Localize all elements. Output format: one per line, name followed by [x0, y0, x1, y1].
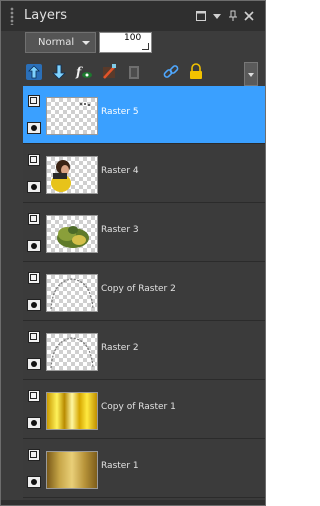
visibility-eye-icon[interactable]	[27, 476, 41, 488]
layer-name: Copy of Raster 1	[101, 402, 176, 412]
svg-text:f: f	[75, 65, 83, 79]
resize-corner-icon	[142, 43, 149, 50]
layer-type-icon[interactable]	[28, 213, 40, 225]
pin-icon[interactable]	[227, 10, 239, 22]
opacity-value: 100	[124, 33, 142, 43]
visibility-eye-icon[interactable]	[27, 122, 41, 134]
layer-row-raster-2[interactable]: Raster 2	[23, 322, 265, 380]
fx-effects-icon[interactable]: f	[75, 63, 93, 81]
edit-layer-icon[interactable]	[100, 63, 118, 81]
layer-type-icon[interactable]	[28, 154, 40, 166]
visibility-eye-icon[interactable]	[27, 299, 41, 311]
close-icon[interactable]	[243, 10, 255, 22]
mask-icon[interactable]	[125, 63, 143, 81]
layer-type-icon[interactable]	[28, 449, 40, 461]
lock-icon[interactable]	[187, 63, 205, 81]
layer-controls: Normal 100	[1, 31, 265, 57]
layer-name: Raster 2	[101, 343, 139, 353]
layer-name: Raster 3	[101, 225, 139, 235]
layer-name: Copy of Raster 2	[101, 284, 176, 294]
merge-down-icon[interactable]	[50, 63, 68, 81]
layer-row-raster-5[interactable]: Raster 5	[23, 86, 265, 144]
layer-name: Raster 4	[101, 166, 139, 176]
layer-thumbnail	[46, 274, 98, 312]
opacity-input[interactable]: 100	[99, 32, 152, 53]
chevron-down-icon	[82, 41, 90, 45]
drag-grip-icon[interactable]	[10, 7, 14, 25]
layer-thumbnail	[46, 333, 98, 371]
toolbar-overflow-button[interactable]	[244, 62, 258, 86]
layer-type-icon[interactable]	[28, 95, 40, 107]
maximize-icon[interactable]	[195, 10, 207, 22]
blend-mode-value: Normal	[38, 37, 75, 48]
layer-thumbnail	[46, 451, 98, 489]
visibility-eye-icon[interactable]	[27, 240, 41, 252]
layer-type-icon[interactable]	[28, 272, 40, 284]
layer-name: Raster 1	[101, 461, 139, 471]
visibility-eye-icon[interactable]	[27, 181, 41, 193]
chevron-down-icon	[248, 73, 254, 77]
layer-thumbnail	[46, 97, 98, 135]
panel-bottom-edge	[1, 500, 265, 505]
layers-toolbar: f	[1, 59, 265, 86]
panel-title: Layers	[24, 8, 68, 23]
layer-thumbnail	[46, 215, 98, 253]
panel-titlebar[interactable]: Layers	[1, 1, 265, 31]
layers-list[interactable]: Raster 5 Raster 4 Raster 3 Copy of Raste…	[23, 86, 265, 500]
layer-row-copy-of-raster-1[interactable]: Copy of Raster 1	[23, 381, 265, 439]
link-icon[interactable]	[162, 63, 180, 81]
layer-row-copy-of-raster-2[interactable]: Copy of Raster 2	[23, 263, 265, 321]
layer-name: Raster 5	[101, 107, 139, 117]
layer-row-raster-3[interactable]: Raster 3	[23, 204, 265, 262]
blend-mode-select[interactable]: Normal	[25, 32, 96, 53]
layer-row-raster-4[interactable]: Raster 4	[23, 145, 265, 203]
layer-thumbnail	[46, 392, 98, 430]
dropdown-icon[interactable]	[211, 10, 223, 22]
layer-type-icon[interactable]	[28, 390, 40, 402]
layer-thumbnail	[46, 156, 98, 194]
layers-panel: Layers Normal 100 f Raster 5 Raster 4 Ra…	[0, 0, 266, 506]
visibility-eye-icon[interactable]	[27, 358, 41, 370]
visibility-eye-icon[interactable]	[27, 417, 41, 429]
layer-type-icon[interactable]	[28, 331, 40, 343]
layer-row-raster-1[interactable]: Raster 1	[23, 440, 265, 498]
new-raster-layer-icon[interactable]	[25, 63, 43, 81]
